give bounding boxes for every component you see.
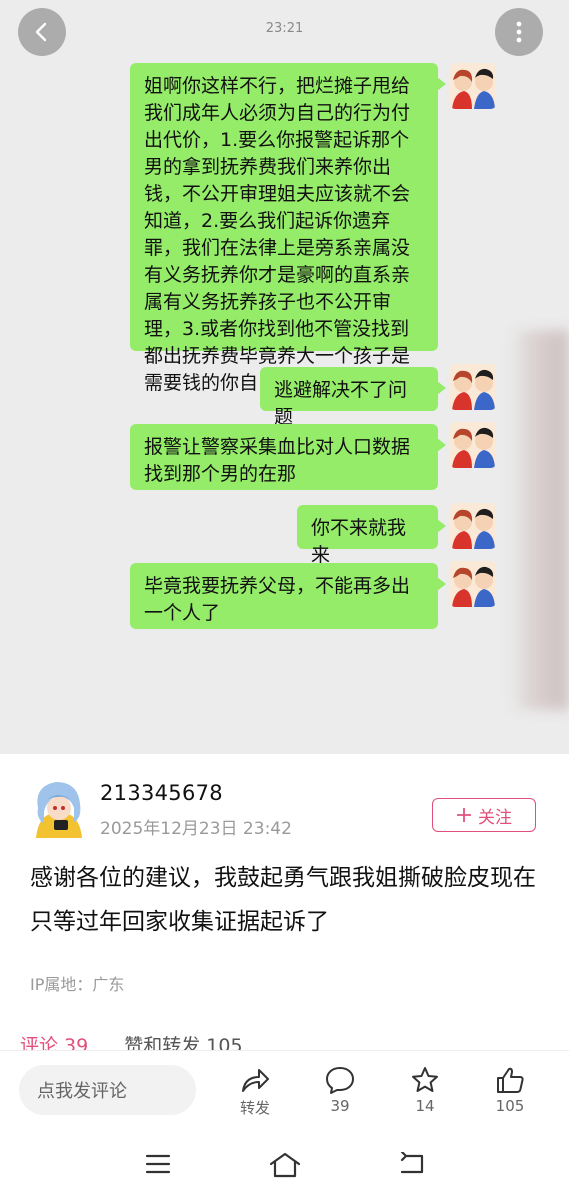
chat-bubble: 逃避解决不了问题	[260, 367, 446, 428]
chat-bubble: 姐啊你这样不行，把烂摊子甩给我们成年人必须为自己的行为付出代价，1.要么你报警起…	[130, 63, 446, 394]
ip-location: IP属地：广东	[30, 975, 125, 994]
message-text: 报警让警察采集血比对人口数据找到那个男的在那	[144, 436, 411, 485]
sender-avatar[interactable]	[450, 561, 496, 607]
like-button[interactable]: 105	[480, 1065, 540, 1115]
more-button[interactable]	[495, 8, 543, 56]
message-text: 你不来就我来	[311, 517, 407, 566]
cartoon-couple-icon	[450, 422, 496, 468]
sender-avatar[interactable]	[450, 422, 496, 468]
post-date: 2025年12月23日 23:42	[100, 819, 292, 839]
follow-label: 关注	[478, 807, 512, 828]
system-navigation-bar	[0, 1134, 569, 1200]
menu-lines-icon	[145, 1154, 171, 1174]
like-count: 105	[495, 1097, 525, 1115]
share-arrow-icon	[242, 1069, 269, 1092]
favorite-button[interactable]: 14	[395, 1065, 455, 1115]
message-text: 毕竟我要抚养父母，不能再多出一个人了	[144, 575, 411, 624]
chat-bubble: 毕竟我要抚养父母，不能再多出一个人了	[130, 563, 446, 629]
back-nav-button[interactable]	[398, 1150, 426, 1180]
post-text: 感谢各位的建议，我鼓起勇气跟我姐撕破脸皮现在只等过年回家收集证据起诉了	[30, 865, 536, 935]
chat-bubble: 报警让警察采集血比对人口数据找到那个男的在那	[130, 424, 446, 490]
comment-button[interactable]: 39	[310, 1065, 370, 1115]
follow-button[interactable]: 关注	[432, 798, 536, 832]
plus-icon	[457, 808, 471, 822]
sender-avatar[interactable]	[450, 63, 496, 109]
home-button[interactable]	[269, 1152, 301, 1182]
cartoon-couple-icon	[450, 364, 496, 410]
star-icon	[412, 1067, 438, 1092]
anime-girl-avatar-icon	[36, 782, 82, 838]
more-vertical-icon	[516, 21, 522, 43]
action-bar: 点我发评论 转发 39 14 105	[0, 1050, 569, 1134]
avatar[interactable]	[30, 778, 88, 840]
cartoon-couple-icon	[450, 63, 496, 109]
comment-bubble-icon	[326, 1067, 354, 1094]
return-arrow-icon	[400, 1150, 424, 1174]
chat-bubble: 你不来就我来	[297, 505, 446, 566]
chat-screenshot: 23:21 姐啊你这样不行，把烂摊子甩给我们成年人必须为自己的行为付出代价，1.…	[0, 0, 569, 754]
cartoon-couple-icon	[450, 561, 496, 607]
sender-avatar[interactable]	[450, 364, 496, 410]
repost-label: 转发	[239, 1099, 270, 1117]
comment-count: 39	[330, 1097, 350, 1115]
username[interactable]: 213345678	[100, 781, 223, 805]
chat-time: 23:21	[265, 21, 304, 36]
comment-input[interactable]: 点我发评论	[19, 1065, 196, 1115]
message-text: 逃避解决不了问题	[274, 379, 408, 428]
blurred-edge	[509, 330, 569, 710]
message-text: 姐啊你这样不行，把烂摊子甩给我们成年人必须为自己的行为付出代价，1.要么你报警起…	[144, 75, 411, 394]
home-icon	[269, 1152, 301, 1178]
repost-button[interactable]: 转发	[225, 1065, 285, 1118]
cartoon-couple-icon	[450, 503, 496, 549]
menu-button[interactable]	[145, 1152, 171, 1180]
favorite-count: 14	[415, 1097, 435, 1115]
thumbs-up-icon	[497, 1067, 524, 1093]
post: 213345678 2025年12月23日 23:42 关注 感谢各位的建议，我…	[0, 754, 569, 1054]
sender-avatar[interactable]	[450, 503, 496, 549]
